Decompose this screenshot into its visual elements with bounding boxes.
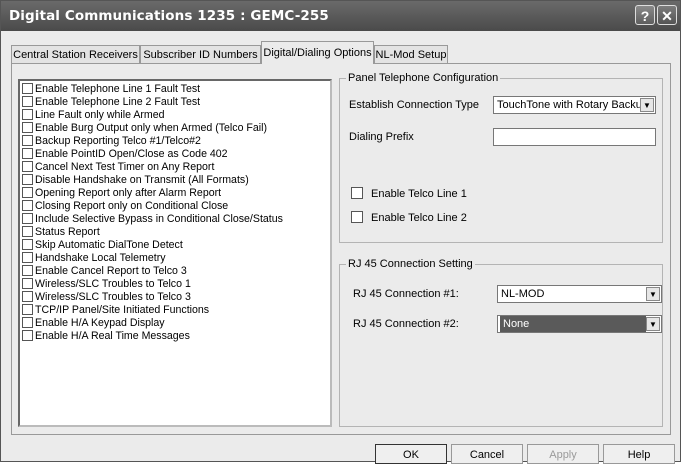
list-item-label: TCP/IP Panel/Site Initiated Functions bbox=[35, 304, 210, 316]
list-item[interactable]: Include Selective Bypass in Conditional … bbox=[22, 212, 283, 226]
tab-central-station-receivers[interactable]: Central Station Receivers bbox=[11, 45, 140, 63]
list-item-label: Skip Automatic DialTone Detect bbox=[35, 239, 183, 251]
checkbox[interactable] bbox=[22, 264, 33, 276]
list-item-label: Handshake Local Telemetry bbox=[35, 252, 166, 264]
list-item[interactable]: Status Report bbox=[22, 225, 100, 239]
connection-type-value: TouchTone with Rotary Backu bbox=[497, 99, 642, 111]
checkbox[interactable] bbox=[22, 173, 33, 185]
list-item-label: Cancel Next Test Timer on Any Report bbox=[35, 161, 215, 173]
dialing-prefix-label: Dialing Prefix bbox=[349, 131, 414, 143]
help-icon[interactable]: ? bbox=[635, 5, 655, 25]
tab-strip: Central Station Receivers Subscriber ID … bbox=[11, 41, 671, 64]
list-item[interactable]: Enable H/A Keypad Display bbox=[22, 316, 165, 330]
list-item[interactable]: Closing Report only on Conditional Close bbox=[22, 199, 229, 213]
rj45-connection-2-select[interactable]: None ▼ bbox=[497, 315, 662, 333]
chevron-down-icon[interactable]: ▼ bbox=[646, 317, 660, 331]
list-item[interactable]: Enable PointID Open/Close as Code 402 bbox=[22, 147, 228, 161]
list-item-label: Enable Cancel Report to Telco 3 bbox=[35, 265, 187, 277]
telco-line-2-checkbox-row[interactable]: Enable Telco Line 2 bbox=[351, 211, 467, 224]
list-item-label: Closing Report only on Conditional Close bbox=[35, 200, 229, 212]
list-item[interactable]: Enable Cancel Report to Telco 3 bbox=[22, 264, 187, 278]
list-item-label: Opening Report only after Alarm Report bbox=[35, 187, 222, 199]
window-title: Digital Communications 1235 : GEMC-255 bbox=[9, 8, 329, 24]
list-item-label: Enable Telephone Line 1 Fault Test bbox=[35, 83, 201, 95]
connection-type-label: Establish Connection Type bbox=[349, 99, 480, 111]
list-item[interactable]: Handshake Local Telemetry bbox=[22, 251, 166, 265]
checkbox[interactable] bbox=[351, 211, 363, 224]
rj45-connection-1-value: NL-MOD bbox=[501, 288, 545, 300]
checkbox[interactable] bbox=[22, 238, 33, 250]
telco-line-2-label: Enable Telco Line 2 bbox=[371, 212, 467, 224]
list-item[interactable]: Enable Burg Output only when Armed (Telc… bbox=[22, 121, 268, 135]
checkbox[interactable] bbox=[22, 160, 33, 172]
checkbox[interactable] bbox=[22, 251, 33, 263]
tab-nl-mod-setup[interactable]: NL-Mod Setup bbox=[374, 45, 448, 63]
list-item[interactable]: Skip Automatic DialTone Detect bbox=[22, 238, 183, 252]
tab-digital-dialing-options[interactable]: Digital/Dialing Options bbox=[261, 41, 374, 64]
list-item-label: Include Selective Bypass in Conditional … bbox=[35, 213, 283, 225]
list-item-label: Enable H/A Keypad Display bbox=[35, 317, 165, 329]
checkbox[interactable] bbox=[351, 187, 363, 200]
checkbox[interactable] bbox=[22, 290, 33, 302]
list-item-label: Enable Telephone Line 2 Fault Test bbox=[35, 96, 201, 108]
list-item-label: Enable H/A Real Time Messages bbox=[35, 330, 190, 342]
list-item[interactable]: Disable Handshake on Transmit (All Forma… bbox=[22, 173, 249, 187]
checkbox[interactable] bbox=[22, 303, 33, 315]
list-item-label: Enable Burg Output only when Armed (Telc… bbox=[35, 122, 268, 134]
checkbox[interactable] bbox=[22, 82, 33, 94]
list-item-label: Backup Reporting Telco #1/Telco#2 bbox=[35, 135, 201, 147]
list-item[interactable]: Enable H/A Real Time Messages bbox=[22, 329, 190, 343]
cancel-button[interactable]: Cancel bbox=[451, 444, 523, 464]
help-button[interactable]: Help bbox=[603, 444, 675, 464]
list-item-label: Enable PointID Open/Close as Code 402 bbox=[35, 148, 228, 160]
dialog-window: Digital Communications 1235 : GEMC-255 ?… bbox=[0, 0, 681, 464]
list-item-label: Line Fault only while Armed bbox=[35, 109, 165, 121]
checkbox[interactable] bbox=[22, 277, 33, 289]
list-item[interactable]: Wireless/SLC Troubles to Telco 1 bbox=[22, 277, 191, 291]
tab-subscriber-id-numbers[interactable]: Subscriber ID Numbers bbox=[140, 45, 261, 63]
list-item-label: Status Report bbox=[35, 226, 100, 238]
telco-line-1-checkbox-row[interactable]: Enable Telco Line 1 bbox=[351, 187, 467, 200]
connection-type-select[interactable]: TouchTone with Rotary Backu ▼ bbox=[493, 96, 656, 114]
checkbox[interactable] bbox=[22, 108, 33, 120]
checkbox[interactable] bbox=[22, 186, 33, 198]
chevron-down-icon[interactable]: ▼ bbox=[640, 98, 654, 112]
telco-line-1-label: Enable Telco Line 1 bbox=[371, 188, 467, 200]
checkbox[interactable] bbox=[22, 134, 33, 146]
list-item[interactable]: Cancel Next Test Timer on Any Report bbox=[22, 160, 215, 174]
dialing-prefix-input[interactable] bbox=[493, 128, 656, 146]
list-item[interactable]: Backup Reporting Telco #1/Telco#2 bbox=[22, 134, 201, 148]
checkbox[interactable] bbox=[22, 329, 33, 341]
list-item[interactable]: Line Fault only while Armed bbox=[22, 108, 165, 122]
rj45-connection-2-value: None bbox=[500, 316, 646, 332]
title-bar: Digital Communications 1235 : GEMC-255 ?… bbox=[1, 1, 680, 31]
ok-button[interactable]: OK bbox=[375, 444, 447, 464]
close-icon[interactable]: ✕ bbox=[657, 5, 677, 25]
list-item-label: Wireless/SLC Troubles to Telco 3 bbox=[35, 291, 191, 303]
list-item[interactable]: Enable Telephone Line 1 Fault Test bbox=[22, 82, 201, 96]
rj45-connection-1-select[interactable]: NL-MOD ▼ bbox=[497, 285, 662, 303]
list-item[interactable]: TCP/IP Panel/Site Initiated Functions bbox=[22, 303, 210, 317]
group-title: Panel Telephone Configuration bbox=[346, 71, 501, 85]
chevron-down-icon[interactable]: ▼ bbox=[646, 287, 660, 301]
rj45-connection-2-label: RJ 45 Connection #2: bbox=[353, 318, 459, 330]
list-item[interactable]: Opening Report only after Alarm Report bbox=[22, 186, 222, 200]
group-title: RJ 45 Connection Setting bbox=[346, 257, 475, 271]
list-item-label: Wireless/SLC Troubles to Telco 1 bbox=[35, 278, 191, 290]
list-item[interactable]: Wireless/SLC Troubles to Telco 3 bbox=[22, 290, 191, 304]
checkbox[interactable] bbox=[22, 316, 33, 328]
options-checklist[interactable]: Enable Telephone Line 1 Fault Test Enabl… bbox=[18, 79, 332, 427]
apply-button[interactable]: Apply bbox=[527, 444, 599, 464]
rj45-connection-1-label: RJ 45 Connection #1: bbox=[353, 288, 459, 300]
list-item-label: Disable Handshake on Transmit (All Forma… bbox=[35, 174, 249, 186]
checkbox[interactable] bbox=[22, 147, 33, 159]
checkbox[interactable] bbox=[22, 95, 33, 107]
checkbox[interactable] bbox=[22, 199, 33, 211]
checkbox[interactable] bbox=[22, 212, 33, 224]
checkbox[interactable] bbox=[22, 121, 33, 133]
checkbox[interactable] bbox=[22, 225, 33, 237]
list-item[interactable]: Enable Telephone Line 2 Fault Test bbox=[22, 95, 201, 109]
